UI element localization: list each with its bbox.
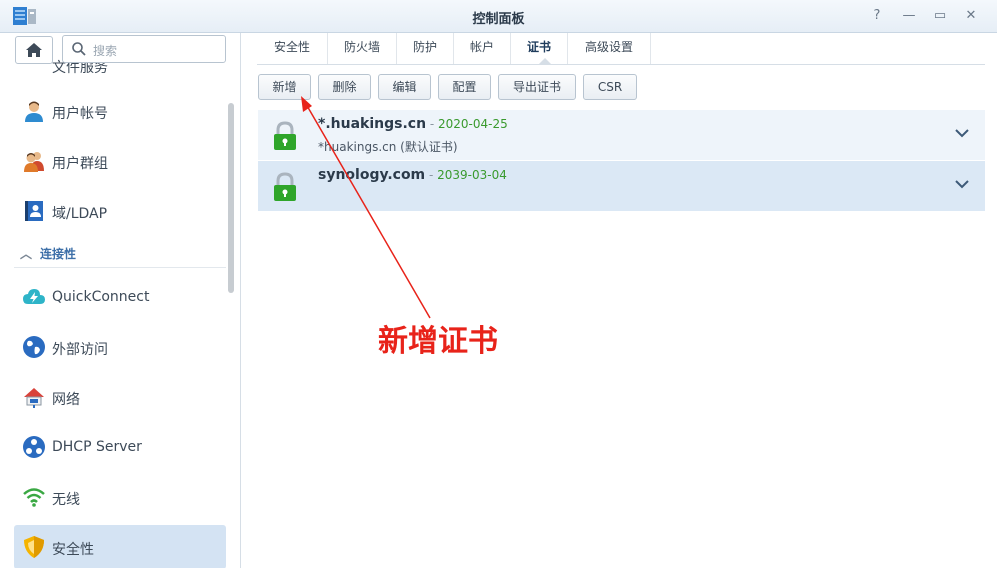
- certificate-name: *.huakings.cn - 2020-04-25: [318, 116, 508, 132]
- sidebar-item-security[interactable]: 安全性: [14, 525, 226, 568]
- tab-bar: 安全性 防火墙 防护 帐户 证书 高级设置: [257, 33, 985, 65]
- certificate-expiry: 2020-04-25: [438, 117, 508, 131]
- certificate-domain: synology.com: [318, 167, 426, 183]
- sidebar-item-ldap[interactable]: 域/LDAP: [14, 189, 226, 233]
- sidebar-item-external-access[interactable]: 外部访问: [14, 325, 226, 369]
- csr-button[interactable]: CSR: [583, 74, 637, 100]
- sidebar-item-network[interactable]: 网络: [14, 375, 226, 419]
- certificate-row[interactable]: synology.com - 2039-03-04: [258, 161, 985, 211]
- sidebar-item-label: 用户群组: [52, 156, 108, 172]
- section-divider: [14, 267, 226, 268]
- lock-icon: [274, 121, 296, 150]
- sidebar-item-dhcp[interactable]: DHCP Server: [14, 425, 226, 469]
- sidebar-item-label: 用户帐号: [52, 106, 108, 122]
- sidebar-item-wireless[interactable]: 无线: [14, 475, 226, 519]
- tab-advanced[interactable]: 高级设置: [568, 33, 651, 64]
- configure-button[interactable]: 配置: [438, 74, 491, 100]
- main-panel: 安全性 防火墙 防护 帐户 证书 高级设置 新增 删除 编辑 配置 导出证书 C…: [241, 33, 997, 568]
- sidebar: 文件服务 搜索 用户帐号 用户群组 域/LDAP ︿ 连接性 QuickConn…: [0, 33, 241, 568]
- sidebar-item-users[interactable]: 用户帐号: [14, 89, 226, 133]
- section-header-connectivity[interactable]: ︿ 连接性: [20, 245, 76, 262]
- globe-icon: [23, 336, 45, 358]
- certificate-expiry: 2039-03-04: [437, 168, 507, 182]
- add-button[interactable]: 新增: [258, 74, 311, 100]
- export-certificate-button[interactable]: 导出证书: [498, 74, 576, 100]
- active-tab-indicator: [538, 58, 552, 65]
- chevron-down-icon[interactable]: [955, 128, 969, 138]
- delete-button[interactable]: 删除: [318, 74, 371, 100]
- edit-button[interactable]: 编辑: [378, 74, 431, 100]
- quickconnect-icon: [23, 289, 45, 304]
- sidebar-item-label: 网络: [52, 392, 80, 408]
- chevron-down-icon[interactable]: [955, 179, 969, 189]
- lock-icon: [274, 172, 296, 201]
- wifi-icon: [23, 488, 45, 507]
- sidebar-scrollbar[interactable]: [228, 103, 234, 293]
- sidebar-item-label: 域/LDAP: [52, 206, 108, 222]
- dhcp-icon: [23, 436, 45, 458]
- certificate-row[interactable]: *.huakings.cn - 2020-04-25 *huakings.cn …: [258, 110, 985, 160]
- certificate-subtitle: *huakings.cn (默认证书): [318, 140, 458, 154]
- tab-account[interactable]: 帐户: [454, 33, 511, 64]
- chevron-up-icon: ︿: [20, 247, 33, 261]
- minimize-button[interactable]: —: [900, 7, 918, 25]
- certificate-separator: -: [426, 117, 439, 131]
- maximize-button[interactable]: ▭: [931, 7, 949, 25]
- user-icon: [25, 101, 43, 122]
- certificate-domain: *.huakings.cn: [318, 116, 427, 132]
- sidebar-item-label: 外部访问: [52, 342, 108, 358]
- certificate-separator: -: [425, 168, 438, 182]
- ldap-icon: [25, 201, 43, 221]
- sidebar-item-label: 安全性: [52, 542, 94, 558]
- home-icon: [26, 43, 42, 57]
- tab-firewall[interactable]: 防火墙: [328, 33, 397, 64]
- group-icon: [24, 152, 44, 172]
- shield-icon: [24, 536, 44, 558]
- title-bar: 控制面板 ? — ▭ ✕: [0, 0, 997, 33]
- close-button[interactable]: ✕: [962, 7, 980, 25]
- tab-security[interactable]: 安全性: [257, 33, 328, 64]
- section-title: 连接性: [40, 247, 77, 261]
- tab-protection[interactable]: 防护: [397, 33, 454, 64]
- annotation-label: 新增证书: [378, 324, 498, 359]
- home-button[interactable]: [15, 36, 53, 64]
- sidebar-item-quickconnect[interactable]: QuickConnect: [14, 275, 226, 319]
- sidebar-item-groups[interactable]: 用户群组: [14, 139, 226, 183]
- sidebar-item-label: 无线: [52, 492, 80, 508]
- search-input[interactable]: 搜索: [62, 35, 226, 63]
- window-title: 控制面板: [472, 12, 525, 27]
- search-placeholder: 搜索: [93, 44, 118, 58]
- certificate-name: synology.com - 2039-03-04: [318, 167, 507, 183]
- sidebar-item-label: QuickConnect: [52, 289, 150, 305]
- sidebar-item-label: DHCP Server: [52, 439, 142, 455]
- search-icon: [72, 42, 86, 56]
- help-button[interactable]: ?: [868, 7, 886, 25]
- network-icon: [24, 388, 44, 408]
